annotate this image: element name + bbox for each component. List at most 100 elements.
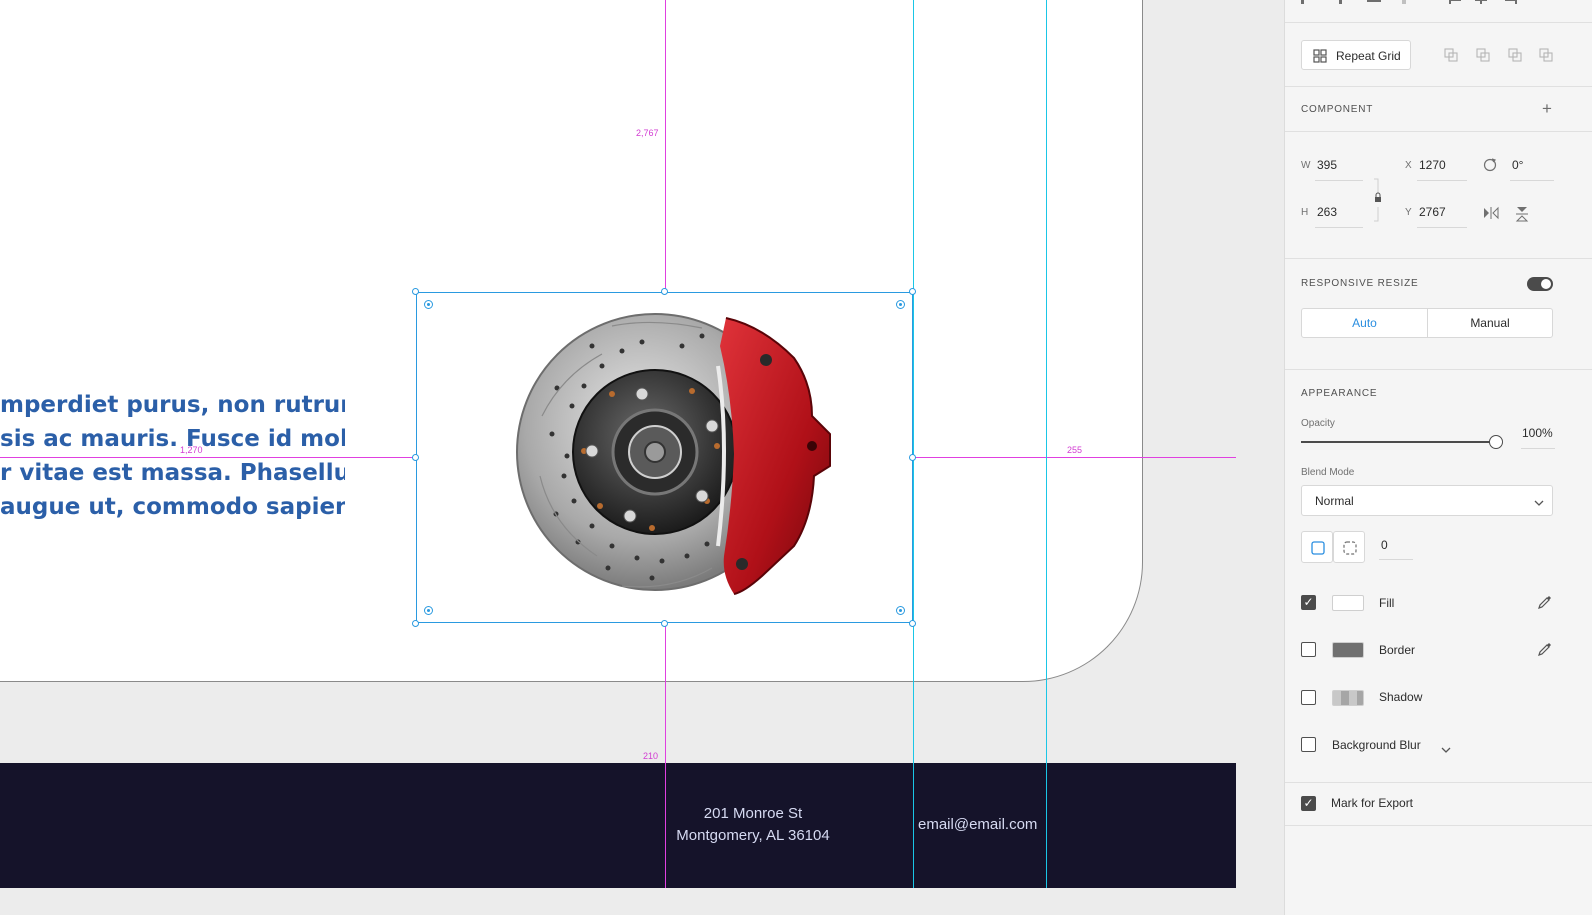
dimension-label-top: 2,767 bbox=[636, 128, 659, 138]
dimension-label-right: 255 bbox=[1067, 445, 1083, 455]
divider bbox=[1285, 369, 1592, 370]
shadow-color-swatch[interactable] bbox=[1332, 690, 1364, 706]
footer-email[interactable]: email@email.com bbox=[918, 814, 1037, 836]
resize-handle[interactable] bbox=[661, 620, 668, 627]
corner-radius-handle[interactable] bbox=[896, 300, 905, 309]
eyedropper-icon[interactable] bbox=[1537, 594, 1553, 610]
divider bbox=[1285, 825, 1592, 826]
toggle-knob bbox=[1541, 279, 1551, 289]
repeat-grid-button[interactable]: Repeat Grid bbox=[1301, 40, 1411, 70]
chevron-down-icon bbox=[1534, 496, 1544, 506]
blend-mode-value: Normal bbox=[1315, 494, 1354, 508]
guide-right bbox=[913, 457, 1236, 458]
height-field[interactable]: 263 bbox=[1317, 205, 1337, 219]
resize-handle[interactable] bbox=[412, 454, 419, 461]
divider bbox=[1285, 258, 1592, 259]
blend-mode-label: Blend Mode bbox=[1301, 467, 1355, 478]
plus-icon[interactable]: + bbox=[1539, 100, 1555, 117]
x-field[interactable]: 1270 bbox=[1419, 158, 1446, 172]
guide-left bbox=[0, 457, 416, 458]
opacity-label: Opacity bbox=[1301, 418, 1335, 429]
per-corner-button[interactable] bbox=[1333, 531, 1365, 563]
border-color-swatch[interactable] bbox=[1332, 642, 1364, 658]
boolean-ops bbox=[1443, 47, 1563, 63]
body-text-line: sis ac mauris. Fusce id mollis bbox=[0, 426, 345, 452]
background-blur-checkbox[interactable] bbox=[1301, 737, 1316, 752]
appearance-title: APPEARANCE bbox=[1301, 388, 1378, 399]
corner-radius-handle[interactable] bbox=[424, 300, 433, 309]
body-text-line: mperdiet purus, non rutrum bbox=[0, 392, 345, 418]
corner-radius-handle[interactable] bbox=[424, 606, 433, 615]
opacity-field[interactable]: 100% bbox=[1522, 426, 1553, 440]
resize-mode-segmented: Auto Manual bbox=[1301, 308, 1553, 338]
resize-handle[interactable] bbox=[412, 620, 419, 627]
divider bbox=[1285, 86, 1592, 87]
resize-handle[interactable] bbox=[661, 288, 668, 295]
footer-address[interactable]: 201 Monroe St Montgomery, AL 36104 bbox=[665, 803, 841, 847]
opacity-slider-track[interactable] bbox=[1301, 441, 1501, 443]
responsive-resize-toggle[interactable] bbox=[1527, 277, 1553, 291]
align-toolbar bbox=[1299, 0, 1589, 8]
chevron-down-icon[interactable] bbox=[1441, 741, 1451, 753]
design-canvas[interactable]: mperdiet purus, non rutrum sis ac mauris… bbox=[0, 0, 1236, 915]
divider bbox=[1285, 22, 1592, 23]
field-underline bbox=[1417, 227, 1467, 228]
corner-radius-field[interactable]: 0 bbox=[1381, 538, 1388, 552]
body-text-line: r vitae est massa. Phasellus bbox=[0, 460, 345, 486]
mark-for-export-checkbox[interactable]: ✓ bbox=[1301, 796, 1316, 811]
resize-handle[interactable] bbox=[909, 620, 916, 627]
footer-bar[interactable] bbox=[0, 763, 1236, 888]
fill-label: Fill bbox=[1379, 596, 1395, 610]
resize-handle[interactable] bbox=[909, 454, 916, 461]
field-underline bbox=[1379, 559, 1413, 560]
dimension-label-left: 1,270 bbox=[180, 445, 203, 455]
resize-handle[interactable] bbox=[412, 288, 419, 295]
rotation-field[interactable]: 0° bbox=[1512, 158, 1523, 172]
x-label: X bbox=[1405, 160, 1412, 171]
address-line: Montgomery, AL 36104 bbox=[676, 827, 830, 844]
fill-color-swatch[interactable] bbox=[1332, 595, 1364, 611]
grid-icon bbox=[1313, 49, 1327, 63]
resize-auto-option[interactable]: Auto bbox=[1302, 309, 1428, 337]
border-label: Border bbox=[1379, 643, 1416, 657]
field-underline bbox=[1315, 180, 1363, 181]
resize-handle[interactable] bbox=[909, 288, 916, 295]
border-checkbox[interactable] bbox=[1301, 642, 1316, 657]
repeat-grid-label: Repeat Grid bbox=[1336, 49, 1401, 63]
field-underline bbox=[1315, 227, 1363, 228]
responsive-resize-title: RESPONSIVE RESIZE bbox=[1301, 278, 1419, 289]
property-inspector: Repeat Grid COMPONENT + W 395 X 1270 0° … bbox=[1284, 0, 1592, 915]
align-icons bbox=[1301, 0, 1517, 4]
body-text-line: augue ut, commodo sapien. bbox=[0, 494, 345, 520]
fill-checkbox[interactable]: ✓ bbox=[1301, 595, 1316, 610]
cyan-guide bbox=[913, 0, 914, 888]
y-label: Y bbox=[1405, 207, 1412, 218]
uniform-corners-button[interactable] bbox=[1301, 531, 1333, 563]
corner-radius-handle[interactable] bbox=[896, 606, 905, 615]
shadow-label: Shadow bbox=[1379, 690, 1423, 704]
rotate-icon bbox=[1483, 158, 1497, 172]
divider bbox=[1285, 131, 1592, 132]
blend-mode-dropdown[interactable]: Normal bbox=[1301, 485, 1553, 516]
field-underline bbox=[1510, 180, 1554, 181]
width-field[interactable]: 395 bbox=[1317, 158, 1337, 172]
shadow-checkbox[interactable] bbox=[1301, 690, 1316, 705]
flip-horizontal-icon[interactable] bbox=[1483, 206, 1499, 220]
square-corner-icon bbox=[1311, 541, 1325, 555]
cyan-guide bbox=[1046, 0, 1047, 888]
field-underline bbox=[1521, 448, 1555, 449]
selection-box[interactable] bbox=[416, 292, 913, 623]
flip-vertical-icon[interactable] bbox=[1515, 206, 1529, 222]
mark-for-export-label: Mark for Export bbox=[1331, 796, 1414, 810]
eyedropper-icon[interactable] bbox=[1537, 641, 1553, 657]
resize-manual-option[interactable]: Manual bbox=[1428, 309, 1552, 337]
divider bbox=[1285, 782, 1592, 783]
w-label: W bbox=[1301, 160, 1311, 171]
guide-bottom bbox=[665, 623, 666, 888]
opacity-slider-thumb[interactable] bbox=[1489, 435, 1503, 449]
component-title: COMPONENT bbox=[1301, 104, 1374, 115]
background-blur-label: Background Blur bbox=[1332, 738, 1421, 752]
lock-aspect-icon[interactable] bbox=[1373, 177, 1383, 223]
body-text-block[interactable]: mperdiet purus, non rutrum sis ac mauris… bbox=[0, 388, 345, 524]
y-field[interactable]: 2767 bbox=[1419, 205, 1446, 219]
